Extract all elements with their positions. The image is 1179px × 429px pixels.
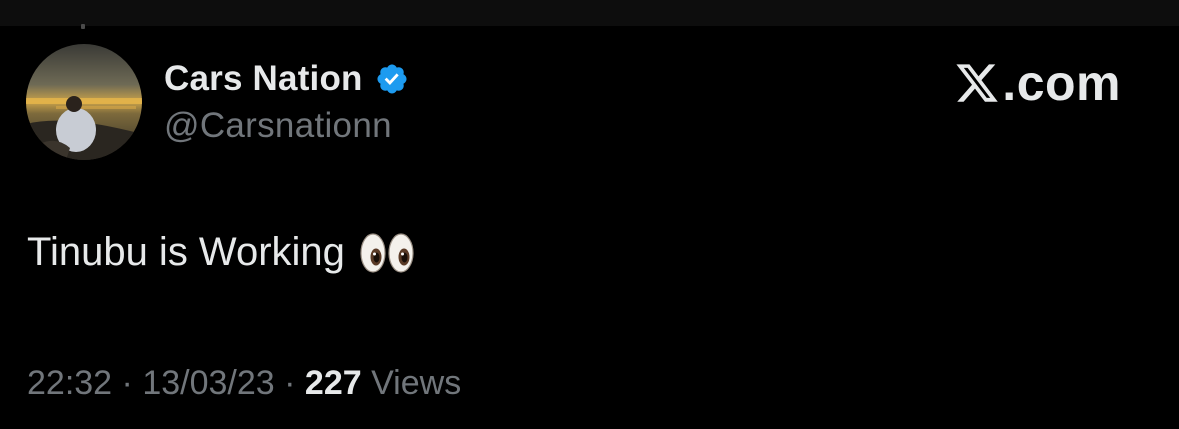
post-time[interactable]: 22:32 (27, 364, 112, 402)
handle[interactable]: @Carsnationn (164, 106, 392, 146)
brand-domain-text: .com (1002, 55, 1121, 111)
verified-badge-icon (375, 62, 409, 96)
post-date[interactable]: 13/03/23 (142, 364, 274, 402)
top-strip (0, 0, 1179, 29)
post-text: Tinubu is Working (27, 230, 415, 275)
x-logo-icon (954, 60, 1000, 106)
post-meta: 22:32 · 13/03/23 · 227 Views (27, 364, 461, 403)
meta-separator: · (121, 364, 133, 402)
views-label: Views (371, 364, 462, 402)
eyes-emoji-icon (359, 231, 415, 275)
avatar-image (26, 44, 142, 160)
author-row[interactable]: Cars Nation (164, 56, 409, 102)
post-text-body: Tinubu is Working (27, 230, 345, 274)
meta-separator: · (284, 364, 296, 402)
display-name[interactable]: Cars Nation (164, 59, 363, 99)
top-strip-marker (81, 24, 85, 29)
brand-watermark: .com (954, 54, 1121, 112)
views-count[interactable]: 227 (305, 364, 362, 402)
avatar[interactable] (26, 44, 142, 160)
